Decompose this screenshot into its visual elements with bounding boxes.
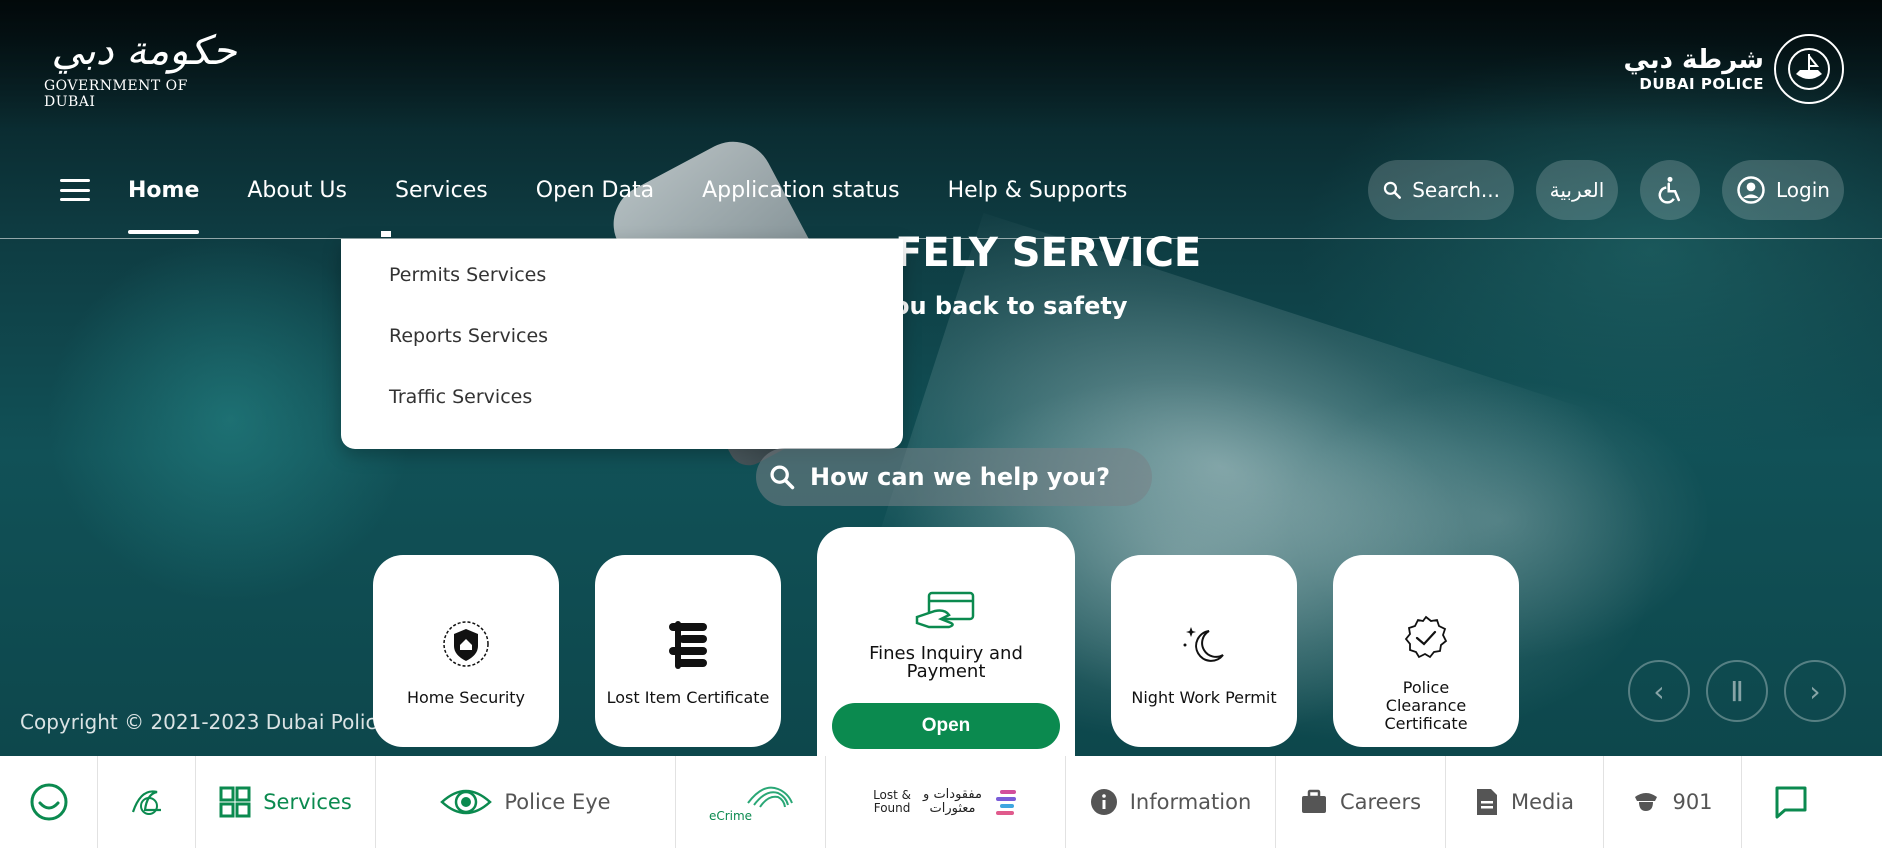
- police-logo-english: DUBAI POLICE: [1639, 75, 1764, 93]
- gov-logo-arabic: حكومة دبي: [51, 28, 237, 74]
- police-eye-label: Police Eye: [504, 790, 611, 814]
- eye-icon: [440, 789, 493, 815]
- main-nav: Home About Us Services Open Data Applica…: [60, 170, 1175, 234]
- carousel-pause-button[interactable]: Ⅱ: [1706, 660, 1768, 722]
- card-police-clearance-certificate[interactable]: Police Clearance Certificate: [1333, 555, 1519, 747]
- language-label: العربية: [1549, 178, 1605, 202]
- nav-home[interactable]: Home: [128, 178, 200, 234]
- verified-badge-icon: [1402, 611, 1450, 665]
- card-label: Night Work Permit: [1131, 688, 1277, 707]
- hotline-label: 901: [1672, 790, 1713, 814]
- open-button[interactable]: Open: [832, 703, 1060, 749]
- dubai-police-logo[interactable]: شرطة دبي DUBAI POLICE: [1624, 34, 1844, 104]
- search-icon: [1383, 181, 1401, 199]
- bottom-services-label: Services: [263, 790, 352, 814]
- login-label: Login: [1776, 178, 1830, 202]
- police-emblem-icon: [1774, 34, 1844, 104]
- card-label: Lost Item Certificate: [606, 688, 770, 707]
- header-tools: Search... العربية Login: [1368, 160, 1844, 220]
- dropdown-permits-services[interactable]: Permits Services: [341, 253, 903, 314]
- bottom-lost-found[interactable]: Lost & Found مفقودات و معثورات: [826, 756, 1066, 848]
- bottom-media[interactable]: Media: [1446, 756, 1604, 848]
- bottom-careers[interactable]: Careers: [1276, 756, 1446, 848]
- grid-icon: [219, 786, 251, 818]
- ecrime-label: eCrime: [708, 809, 753, 823]
- chat-icon: [1775, 786, 1807, 819]
- smile-icon: [30, 783, 67, 821]
- card-label: Home Security: [406, 688, 526, 707]
- help-prompt: How can we help you?: [810, 463, 1111, 491]
- user-icon: [1737, 176, 1765, 204]
- card-night-work-permit[interactable]: Night Work Permit: [1111, 555, 1297, 747]
- accessibility-button[interactable]: [1640, 160, 1700, 220]
- card-fines-inquiry-payment[interactable]: Fines Inquiry and Payment Open: [817, 527, 1075, 756]
- dropdown-traffic-services[interactable]: Traffic Services: [341, 375, 903, 436]
- help-search-input[interactable]: How can we help you?: [756, 448, 1152, 506]
- card-label: Police Clearance Certificate: [1384, 678, 1468, 733]
- info-icon: [1090, 789, 1117, 815]
- police-officer-icon: [1635, 793, 1658, 811]
- lost-found-icon: [995, 790, 1016, 815]
- information-label: Information: [1129, 790, 1252, 814]
- gov-logo-english: GOVERNMENT OF DUBAI: [44, 78, 188, 110]
- hero-subtitle: ou back to safety: [893, 292, 1128, 320]
- app-logo-button[interactable]: [98, 756, 196, 848]
- bottom-services[interactable]: Services: [196, 756, 376, 848]
- copyright-text: Copyright © 2021-2023 Dubai Police, al: [20, 710, 420, 734]
- careers-label: Careers: [1339, 790, 1422, 814]
- media-label: Media: [1510, 790, 1575, 814]
- services-dropdown: Permits Services Reports Services Traffi…: [341, 231, 903, 449]
- bottom-hotline-901[interactable]: 901: [1604, 756, 1742, 848]
- hero-title: FELY SERVICE: [895, 230, 1202, 276]
- search-label: Search...: [1412, 178, 1500, 202]
- lost-found-ar-label: مفقودات و معثورات: [923, 787, 982, 816]
- bottom-information[interactable]: Information: [1066, 756, 1276, 848]
- card-lost-item-certificate[interactable]: Lost Item Certificate: [595, 555, 781, 747]
- chat-button[interactable]: [1742, 756, 1840, 848]
- smile-button[interactable]: [0, 756, 98, 848]
- lost-found-en-label: Lost & Found: [873, 788, 912, 815]
- carousel-prev-button[interactable]: ‹: [1628, 660, 1690, 722]
- nav-services[interactable]: Services: [395, 178, 488, 203]
- accessibility-icon: [1658, 176, 1680, 204]
- search-icon: [770, 465, 795, 490]
- home-security-icon: [441, 617, 491, 671]
- ecrime-icon: [746, 786, 793, 808]
- moon-icon: [1179, 617, 1229, 671]
- nav-help-supports[interactable]: Help & Supports: [948, 178, 1128, 203]
- card-label: Fines Inquiry and Payment: [869, 643, 1023, 682]
- dropdown-caret: [381, 231, 391, 237]
- card-payment-icon: [915, 591, 977, 631]
- bottom-police-eye[interactable]: Police Eye: [376, 756, 676, 848]
- login-button[interactable]: Login: [1722, 160, 1844, 220]
- menu-icon[interactable]: [60, 179, 90, 201]
- lost-item-icon: [665, 617, 711, 671]
- nav-about-us[interactable]: About Us: [247, 178, 347, 203]
- bottom-ecrime[interactable]: eCrime: [676, 756, 826, 848]
- briefcase-icon: [1301, 789, 1326, 813]
- nav-application-status[interactable]: Application status: [702, 178, 900, 203]
- top-shade: [0, 0, 1882, 130]
- document-icon: [1476, 789, 1497, 815]
- language-toggle[interactable]: العربية: [1536, 160, 1618, 220]
- app-logo-icon: [131, 790, 161, 815]
- dropdown-reports-services[interactable]: Reports Services: [341, 314, 903, 375]
- nav-open-data[interactable]: Open Data: [536, 178, 654, 203]
- search-button[interactable]: Search...: [1368, 160, 1514, 220]
- government-of-dubai-logo[interactable]: حكومة دبي GOVERNMENT OF DUBAI: [44, 28, 244, 110]
- police-logo-arabic: شرطة دبي: [1623, 45, 1764, 75]
- bottom-bar: Services Police Eye eCrime Lost & Found …: [0, 756, 1882, 848]
- carousel-next-button[interactable]: ›: [1784, 660, 1846, 722]
